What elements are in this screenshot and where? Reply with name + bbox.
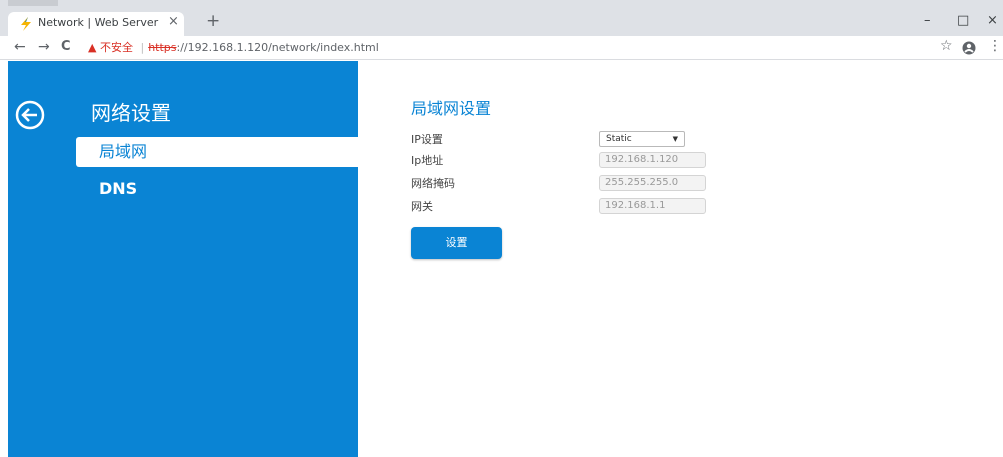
- ip-mode-select[interactable]: Static ▼: [599, 131, 685, 147]
- bookmark-star-icon[interactable]: ☆: [940, 38, 953, 54]
- page-title: 局域网设置: [411, 99, 492, 118]
- url-scheme: https: [148, 41, 177, 54]
- sidebar: 网络设置 局域网 DNS: [8, 61, 358, 457]
- netmask-label: 网络掩码: [411, 177, 455, 190]
- netmask-field[interactable]: 255.255.255.0: [599, 175, 706, 191]
- ip-mode-label: IP设置: [411, 133, 443, 146]
- window-top-mark: [8, 0, 58, 6]
- back-arrow-circle-icon[interactable]: [14, 99, 46, 131]
- sidebar-title: 网络设置: [91, 101, 171, 125]
- close-window-button[interactable]: ×: [987, 13, 998, 28]
- url-separator: |: [140, 41, 145, 54]
- warning-triangle-icon: ▲: [88, 41, 97, 54]
- chevron-down-icon: ▼: [672, 135, 678, 143]
- reload-button[interactable]: C: [61, 39, 71, 54]
- ip-mode-value: Static: [606, 134, 632, 144]
- address-bar-row: ← → C ▲ 不安全 | https://192.168.1.120/netwo…: [0, 36, 1003, 60]
- url-path: ://192.168.1.120/network/index.html: [176, 41, 379, 54]
- url-field[interactable]: ▲ 不安全 | https://192.168.1.120/network/ind…: [88, 39, 379, 55]
- minimize-button[interactable]: –: [924, 13, 931, 28]
- ip-address-label: Ip地址: [411, 154, 444, 167]
- account-icon[interactable]: [962, 41, 976, 55]
- tab-bar: Network | Web Server × + – □ ×: [0, 10, 1003, 36]
- back-nav-button[interactable]: ←: [14, 39, 26, 55]
- gateway-label: 网关: [411, 200, 433, 213]
- sidebar-item-dns[interactable]: DNS: [76, 174, 358, 204]
- submit-button[interactable]: 设置: [411, 227, 502, 259]
- forward-nav-button[interactable]: →: [38, 39, 50, 55]
- browser-tab[interactable]: Network | Web Server ×: [8, 12, 184, 36]
- restore-button[interactable]: □: [957, 13, 969, 28]
- tab-close-icon[interactable]: ×: [168, 14, 179, 29]
- sidebar-item-lan[interactable]: 局域网: [76, 137, 358, 167]
- tab-title: Network | Web Server: [38, 16, 159, 29]
- lightning-favicon-icon: [21, 17, 31, 31]
- window-top-strip: [0, 0, 1003, 10]
- security-status: 不安全: [99, 41, 133, 54]
- menu-kebab-icon[interactable]: ⋮: [988, 38, 1002, 54]
- ip-address-field[interactable]: 192.168.1.120: [599, 152, 706, 168]
- new-tab-button[interactable]: +: [206, 11, 220, 31]
- gateway-field[interactable]: 192.168.1.1: [599, 198, 706, 214]
